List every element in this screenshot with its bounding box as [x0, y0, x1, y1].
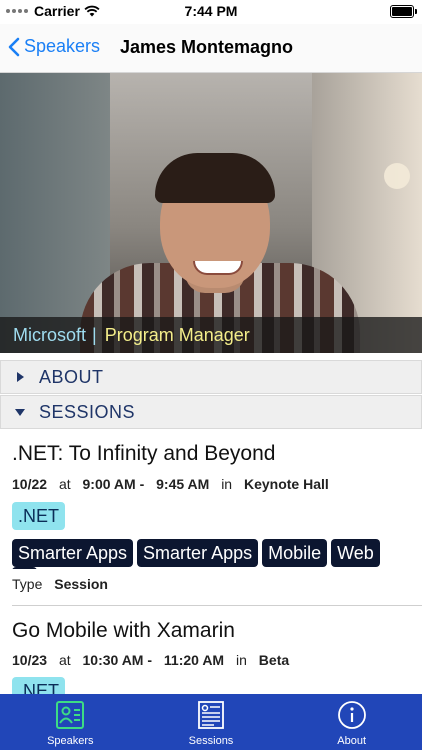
track-chip[interactable]: .NET: [12, 677, 66, 694]
speakers-icon: [56, 701, 85, 729]
tag-chip[interactable]: Mobile: [262, 539, 328, 567]
session-time: 10/23 at 10:30 AM - 11:20 AM in Beta: [12, 652, 297, 668]
tag-chip[interactable]: D: [12, 567, 37, 569]
tag-list: Smarter AppsSmarter AppsMobileWebD: [12, 539, 410, 569]
session-in: in: [236, 652, 247, 668]
session-end: 11:20 AM: [163, 652, 225, 668]
session-start: 10:30 AM -: [82, 652, 153, 668]
section-label-sessions: SESSIONS: [39, 401, 136, 422]
tab-bar: Speakers Sessions About: [0, 694, 422, 750]
back-button-label: Speakers: [24, 36, 101, 56]
info-icon: [337, 701, 366, 729]
session-item[interactable]: .NET: To Infinity and Beyond 10/22 at 9:…: [0, 432, 422, 612]
page-title: James Montemagno: [120, 37, 294, 57]
speaker-photo: Microsoft | Program Manager: [0, 73, 422, 353]
session-start: 9:00 AM -: [82, 476, 145, 492]
tab-sessions[interactable]: Sessions: [141, 694, 282, 750]
session-time: 10/22 at 9:00 AM - 9:45 AM in Keynote Ha…: [12, 476, 337, 492]
battery-icon: [390, 5, 417, 18]
tab-about[interactable]: About: [281, 694, 422, 750]
tab-label-speakers: Speakers: [47, 735, 94, 747]
navigation-bar: Speakers James Montemagno: [0, 24, 422, 73]
session-type-value: Session: [54, 576, 108, 592]
section-header-sessions[interactable]: SESSIONS: [0, 395, 422, 429]
session-room: Beta: [258, 652, 290, 668]
sessions-icon: [198, 701, 224, 729]
session-item[interactable]: Go Mobile with Xamarin 10/23 at 10:30 AM…: [0, 606, 422, 694]
caption-separator: |: [92, 324, 97, 345]
speaker-job-title: Program Manager: [104, 324, 250, 345]
speaker-caption: Microsoft | Program Manager: [0, 317, 422, 353]
session-title: Go Mobile with Xamarin: [12, 619, 235, 642]
session-date: 10/22: [12, 476, 48, 492]
speaker-company: Microsoft: [13, 324, 87, 345]
session-at: at: [58, 476, 71, 492]
status-bar: Carrier 7:44 PM: [0, 0, 422, 24]
status-time: 7:44 PM: [184, 3, 238, 19]
tab-label-sessions: Sessions: [188, 735, 234, 747]
session-room: Keynote Hall: [243, 476, 329, 492]
tag-chip[interactable]: Smarter Apps: [12, 539, 134, 567]
session-at: at: [58, 652, 71, 668]
session-title: .NET: To Infinity and Beyond: [12, 442, 276, 465]
tag-chip[interactable]: Web: [331, 539, 380, 567]
chevron-left-icon: [8, 37, 20, 56]
tag-chip[interactable]: Smarter Apps: [137, 539, 259, 567]
back-button[interactable]: Speakers: [8, 36, 100, 57]
session-type-label: Type: [12, 576, 43, 592]
triangle-right-icon: [1, 371, 39, 383]
section-header-about[interactable]: ABOUT: [0, 360, 422, 394]
tab-speakers[interactable]: Speakers: [0, 694, 141, 750]
track-chip[interactable]: .NET: [12, 502, 66, 530]
session-type: Type Session: [12, 576, 108, 592]
section-label-about: ABOUT: [39, 366, 104, 387]
session-end: 9:45 AM: [156, 476, 210, 492]
session-date: 10/23: [12, 652, 48, 668]
session-in: in: [221, 476, 233, 492]
tab-label-about: About: [337, 735, 367, 747]
triangle-down-icon: [1, 407, 39, 417]
